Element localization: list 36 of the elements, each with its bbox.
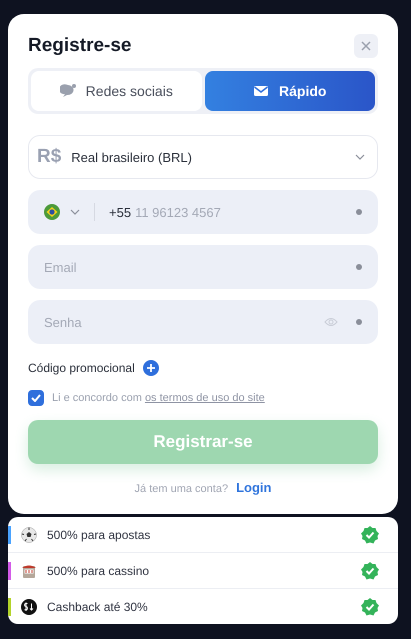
checkbox[interactable] (28, 390, 44, 406)
email-placeholder: Email (44, 260, 78, 274)
country-code: +55 (109, 204, 132, 220)
required-dot-icon (356, 319, 362, 325)
promo-code-label: Código promocional (28, 361, 135, 375)
tab[interactable]: Redes sociais (31, 71, 202, 111)
envelope-icon (253, 83, 270, 99)
tab[interactable]: Rápido (204, 71, 375, 111)
checkmark-icon (31, 394, 41, 402)
bonus-label: 500% para apostas (47, 528, 152, 542)
currency-symbol: R$ (37, 146, 62, 168)
terms-text: Li e concordo com os termos de uso do site (52, 392, 265, 404)
terms-link[interactable]: os termos de uso do site (144, 392, 265, 404)
login-link[interactable]: Login (236, 480, 272, 495)
phone-placeholder: 11 96123 4567 (135, 204, 222, 220)
flag-icon (44, 204, 60, 220)
chevron-down-icon[interactable] (70, 209, 80, 215)
slot-machine-icon (21, 562, 37, 578)
close-button[interactable] (354, 34, 378, 58)
bonus-label: 500% para cassino (47, 564, 150, 578)
dialog-title: Registre-se (28, 35, 132, 57)
add-button[interactable] (142, 360, 159, 376)
required-dot-icon (356, 264, 362, 270)
chevron-down-icon (355, 154, 365, 160)
required-dot-icon (356, 209, 362, 215)
chat-bubble-icon (60, 83, 76, 99)
phone-field[interactable]: +55 11 96123 4567 (28, 190, 378, 234)
bonus-label: Cashback até 30% (47, 600, 149, 614)
currency-select[interactable]: R$ Real brasileiro (BRL) (28, 135, 378, 179)
dollar-coin-icon (21, 598, 37, 614)
close-icon (361, 41, 371, 51)
plus-icon (146, 364, 155, 372)
currency-value: Real brasileiro (BRL) (71, 150, 193, 164)
soccer-ball-icon (21, 526, 37, 542)
login-prompt: Já tem uma conta? (134, 483, 228, 495)
password-placeholder: Senha (44, 314, 83, 330)
